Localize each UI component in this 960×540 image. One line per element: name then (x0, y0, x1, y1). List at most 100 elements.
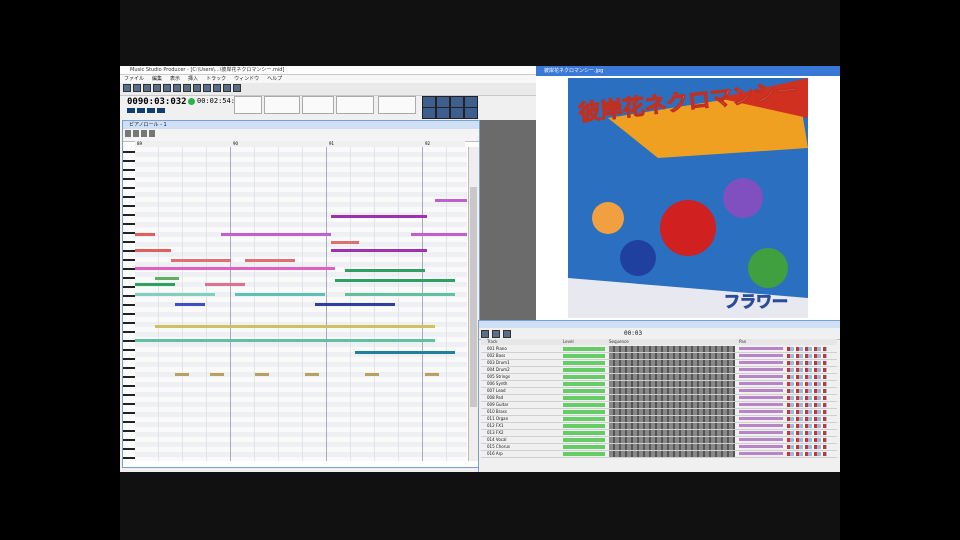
meter-box[interactable] (264, 96, 300, 114)
track-buttons[interactable] (787, 389, 827, 393)
midi-note[interactable] (331, 215, 427, 218)
pan-slider[interactable] (739, 396, 783, 399)
mixer-track-row[interactable]: 003 Drum1 (481, 360, 837, 367)
mixer-track-row[interactable]: 006 Synth (481, 381, 837, 388)
track-buttons[interactable] (787, 368, 827, 372)
menu-help[interactable]: ヘルプ (267, 75, 282, 83)
sequence-cells[interactable] (609, 374, 735, 380)
tempo-box[interactable] (234, 96, 262, 114)
play-button[interactable] (137, 108, 145, 113)
track-buttons[interactable] (787, 375, 827, 379)
mixer-track-row[interactable]: 008 Pad (481, 395, 837, 402)
paste-icon[interactable] (173, 84, 181, 92)
menu-edit[interactable]: 編集 (152, 75, 162, 83)
midi-note[interactable] (305, 373, 319, 376)
sequence-cells[interactable] (609, 360, 735, 366)
redo-icon[interactable] (193, 84, 201, 92)
midi-note[interactable] (331, 241, 359, 244)
sequence-cells[interactable] (609, 430, 735, 436)
rewind-icon[interactable] (233, 84, 241, 92)
track-buttons[interactable] (787, 382, 827, 386)
track-buttons[interactable] (787, 396, 827, 400)
midi-note[interactable] (135, 249, 171, 252)
mixer-track-row[interactable]: 007 Lead (481, 388, 837, 395)
mixer-track-row[interactable]: 005 Strings (481, 374, 837, 381)
play-icon[interactable] (213, 84, 221, 92)
position-box[interactable] (378, 96, 416, 114)
track-buttons[interactable] (787, 431, 827, 435)
midi-note[interactable] (315, 303, 395, 306)
midi-note[interactable] (135, 283, 175, 286)
track-buttons[interactable] (787, 452, 827, 456)
pan-slider[interactable] (739, 389, 783, 392)
midi-note[interactable] (210, 373, 224, 376)
track-buttons[interactable] (787, 403, 827, 407)
stop-button[interactable] (147, 108, 155, 113)
port-box[interactable] (302, 96, 334, 114)
midi-note[interactable] (205, 283, 245, 286)
sync-box[interactable] (336, 96, 374, 114)
pan-slider[interactable] (739, 452, 783, 455)
copy-icon[interactable] (163, 84, 171, 92)
pan-slider[interactable] (739, 403, 783, 406)
track-buttons[interactable] (787, 438, 827, 442)
sequence-cells[interactable] (609, 444, 735, 450)
undo-icon[interactable] (183, 84, 191, 92)
midi-note[interactable] (345, 269, 425, 272)
midi-note[interactable] (255, 373, 269, 376)
mixer-track-row[interactable]: 001 Piano (481, 346, 837, 353)
mixer-track-row[interactable]: 012 FX1 (481, 423, 837, 430)
mixer-play-icon[interactable] (481, 329, 489, 338)
pan-slider[interactable] (739, 445, 783, 448)
mixer-track-row[interactable]: 009 Guitar (481, 402, 837, 409)
pan-slider[interactable] (739, 424, 783, 427)
pan-slider[interactable] (739, 431, 783, 434)
track-buttons[interactable] (787, 361, 827, 365)
track-buttons[interactable] (787, 410, 827, 414)
mixer-track-row[interactable]: 004 Drum2 (481, 367, 837, 374)
midi-note[interactable] (155, 325, 435, 328)
midi-note[interactable] (175, 373, 189, 376)
sequence-cells[interactable] (609, 367, 735, 373)
midi-note[interactable] (365, 373, 379, 376)
midi-note[interactable] (171, 259, 231, 262)
track-buttons[interactable] (787, 445, 827, 449)
mixer-track-row[interactable]: 014 Vocal (481, 437, 837, 444)
record-button[interactable] (157, 108, 165, 113)
midi-note[interactable] (135, 233, 155, 236)
midi-note[interactable] (345, 293, 455, 296)
midi-note[interactable] (221, 233, 331, 236)
mixer-track-row[interactable]: 016 Arp (481, 451, 837, 458)
record-icon[interactable] (203, 84, 211, 92)
view-event-icon[interactable] (450, 107, 464, 119)
scroll-thumb[interactable] (470, 187, 477, 407)
view-tempo-icon[interactable] (436, 107, 450, 119)
cut-icon[interactable] (153, 84, 161, 92)
menu-track[interactable]: トラック (206, 75, 226, 83)
zoom-icon[interactable] (149, 130, 155, 137)
mixer-track-row[interactable]: 015 Chorus (481, 444, 837, 451)
midi-note[interactable] (135, 267, 335, 270)
track-buttons[interactable] (787, 354, 827, 358)
sequence-cells[interactable] (609, 416, 735, 422)
midi-note[interactable] (411, 233, 467, 236)
mixer-mute-icon[interactable] (503, 329, 511, 338)
track-buttons[interactable] (787, 424, 827, 428)
midi-note[interactable] (135, 339, 435, 342)
pan-slider[interactable] (739, 417, 783, 420)
menu-view[interactable]: 表示 (170, 75, 180, 83)
eraser-icon[interactable] (141, 130, 147, 137)
stop-icon[interactable] (223, 84, 231, 92)
save-icon[interactable] (143, 84, 151, 92)
mixer-track-row[interactable]: 010 Brass (481, 409, 837, 416)
midi-note[interactable] (331, 249, 427, 252)
sequence-cells[interactable] (609, 346, 735, 352)
midi-note[interactable] (245, 259, 295, 262)
mixer-stop-icon[interactable] (492, 329, 500, 338)
view-marker-icon[interactable] (464, 107, 478, 119)
sequence-cells[interactable] (609, 423, 735, 429)
sequence-cells[interactable] (609, 409, 735, 415)
midi-note[interactable] (335, 279, 455, 282)
midi-note[interactable] (435, 199, 467, 202)
sequence-cells[interactable] (609, 388, 735, 394)
